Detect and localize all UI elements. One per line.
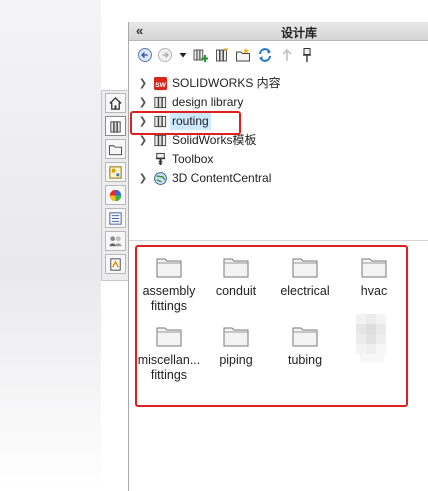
view-palette-icon <box>109 165 122 179</box>
folder-icon <box>223 256 249 278</box>
solidworks-forum-icon <box>109 235 122 246</box>
expand-arrow-icon[interactable]: ❯ <box>138 93 148 112</box>
task-pane-tab-strip <box>101 90 128 281</box>
file-explorer-tab[interactable] <box>105 139 126 159</box>
tree-item-label: design library <box>172 95 244 109</box>
tree-item-label: routing <box>170 113 211 130</box>
library-book-icon <box>153 133 168 148</box>
folder-icon <box>156 325 182 347</box>
routing-library-icon <box>110 257 121 271</box>
folder-miscellaneous-fittings[interactable]: miscellan... fittings <box>133 325 205 383</box>
folder-tubing[interactable]: tubing <box>269 325 341 368</box>
home-icon <box>109 96 122 110</box>
up-level-button[interactable] <box>279 47 295 63</box>
expand-arrow-icon[interactable]: ❯ <box>138 74 148 93</box>
add-to-library-button[interactable] <box>192 47 208 63</box>
library-book-icon <box>153 114 168 129</box>
design-library-pane: « 设计库 ❯ SW SOLIDWORKS 内容 ❯ design librar… <box>128 22 428 491</box>
folder-icon <box>292 256 318 278</box>
library-book-icon <box>153 95 168 110</box>
design-library-tab[interactable] <box>105 116 126 136</box>
pane-title: 设计库 <box>280 26 317 40</box>
appearances-icon <box>109 189 122 201</box>
solidworks-forum-tab[interactable] <box>105 231 126 251</box>
tree-item-label: SolidWorks模板 <box>172 133 257 147</box>
folder-label: miscellan... <box>137 353 201 367</box>
expand-arrow-icon[interactable]: ❯ <box>138 131 148 150</box>
folder-label: hvac <box>360 284 388 298</box>
create-new-folder-icon <box>236 48 250 62</box>
solidworks-content-icon: SW <box>153 76 168 91</box>
forward-button[interactable] <box>157 47 173 63</box>
svg-text:SW: SW <box>155 82 166 89</box>
folder-hvac[interactable]: hvac <box>338 256 410 299</box>
folder-label: conduit <box>215 284 257 298</box>
folder-label: assembly <box>142 284 196 298</box>
view-palette-tab[interactable] <box>105 162 126 182</box>
expand-arrow-icon[interactable]: ❯ <box>138 112 148 131</box>
globe-icon <box>153 171 168 186</box>
toolbox-icon <box>153 152 168 167</box>
folder-icon <box>361 256 387 278</box>
pane-splitter[interactable] <box>129 240 428 241</box>
folder-label-line2: fittings <box>150 368 188 382</box>
library-toolbar <box>129 43 428 67</box>
graphics-area <box>0 0 101 491</box>
tree-item-3d-contentcentral[interactable]: ❯ 3D ContentCentral <box>129 169 428 188</box>
tree-item-label: 3D ContentCentral <box>172 171 272 185</box>
folder-label: tubing <box>287 353 323 367</box>
folder-assembly-fittings[interactable]: assembly fittings <box>133 256 205 314</box>
folder-label: piping <box>219 353 253 367</box>
create-new-folder-button[interactable] <box>235 47 251 63</box>
blurred-item-icon <box>352 314 392 366</box>
dropdown-arrow-icon <box>179 53 187 58</box>
tree-item-solidworks-templates[interactable]: ❯ SolidWorks模板 <box>129 131 428 150</box>
file-explorer-icon <box>108 144 123 155</box>
back-arrow-icon <box>138 48 152 62</box>
tree-item-toolbox[interactable]: Toolbox <box>129 150 428 169</box>
tree-item-solidworks-content[interactable]: ❯ SW SOLIDWORKS 内容 <box>129 74 428 93</box>
pane-header: « 设计库 <box>129 22 428 41</box>
add-to-library-icon <box>193 49 208 62</box>
folder-icon <box>156 256 182 278</box>
folder-label: electrical <box>280 284 330 298</box>
history-dropdown[interactable] <box>175 47 191 63</box>
add-file-location-icon <box>216 48 229 62</box>
tree-item-label: SOLIDWORKS 内容 <box>172 76 281 90</box>
refresh-icon <box>259 48 271 62</box>
home-tab[interactable] <box>105 93 126 113</box>
folder-icon <box>223 325 249 347</box>
tree-item-label: Toolbox <box>172 152 214 166</box>
tree-item-routing[interactable]: ❯ routing <box>129 112 428 131</box>
folder-piping[interactable]: piping <box>200 325 272 368</box>
folder-electrical[interactable]: electrical <box>269 256 341 299</box>
expand-arrow-icon[interactable]: ❯ <box>138 169 148 188</box>
add-file-location-button[interactable] <box>214 47 230 63</box>
tree-item-design-library[interactable]: ❯ design library <box>129 93 428 112</box>
folder-label-line2: fittings <box>150 299 188 313</box>
folder-conduit[interactable]: conduit <box>200 256 272 299</box>
custom-properties-icon <box>109 211 122 225</box>
design-library-tab-icon <box>110 120 121 133</box>
up-level-icon <box>282 48 292 61</box>
custom-properties-tab[interactable] <box>105 208 126 228</box>
routing-library-tab[interactable] <box>105 254 126 274</box>
pin-icon <box>303 48 311 62</box>
forward-arrow-icon <box>158 48 172 62</box>
pin-button[interactable] <box>299 47 315 63</box>
refresh-button[interactable] <box>257 47 273 63</box>
appearances-tab[interactable] <box>105 185 126 205</box>
folder-icon <box>292 325 318 347</box>
back-button[interactable] <box>137 47 153 63</box>
